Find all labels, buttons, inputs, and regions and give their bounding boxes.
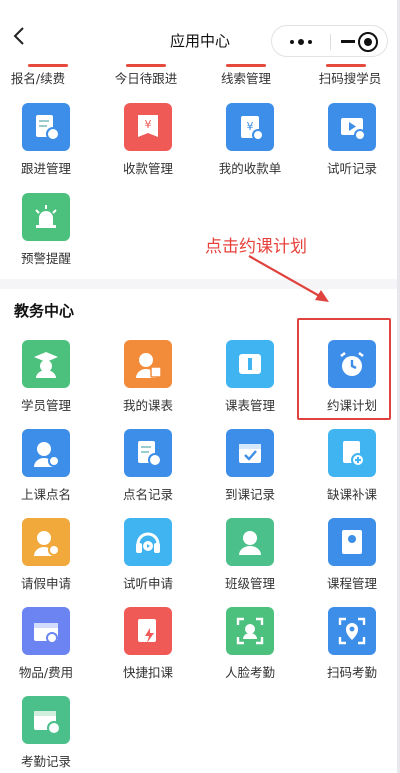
tv-play-icon <box>328 103 376 151</box>
book-plus-icon <box>328 429 376 477</box>
calendar-clock-icon <box>22 696 70 744</box>
app-tile[interactable]: 快捷扣课 <box>104 607 204 697</box>
app-tile[interactable]: 缺课补课 <box>308 429 400 519</box>
icon-remnant <box>226 64 266 67</box>
app-tile[interactable]: 物品/费用 <box>2 607 102 697</box>
book-icon <box>226 340 274 388</box>
app-tile[interactable]: 上课点名 <box>2 429 102 519</box>
app-tile-label: 请假申请 <box>20 576 71 591</box>
app-tile-label: 我的课表 <box>122 398 173 413</box>
app-tile-label: 物品/费用 <box>18 665 74 680</box>
capsule-divider <box>330 34 331 50</box>
app-tile[interactable]: 课程管理 <box>308 518 400 608</box>
annotation-arrow <box>248 255 329 302</box>
app-tile-label: 缺课补课 <box>326 487 377 502</box>
person-clock-icon <box>22 518 70 566</box>
icon-remnant <box>326 64 366 67</box>
app-tile[interactable]: 考勤记录 <box>2 696 102 773</box>
section-title: 教务中心 <box>14 302 75 320</box>
menu-item-label[interactable]: 扫码搜学员 <box>300 68 400 87</box>
group-icon <box>226 518 274 566</box>
app-tile-label: 跟进管理 <box>20 161 71 176</box>
yen-wallet-icon: ¥ <box>124 103 172 151</box>
app-tile-label: 扫码考勤 <box>326 665 377 680</box>
app-tile-label: 课程管理 <box>326 576 377 591</box>
highlight-box <box>297 318 391 420</box>
app-tile-label: 人脸考勤 <box>224 665 275 680</box>
document-bolt-icon <box>124 607 172 655</box>
close-icon[interactable] <box>358 32 378 52</box>
minimize-icon[interactable] <box>341 40 355 43</box>
app-tile[interactable]: 课表管理 <box>206 340 306 430</box>
app-tile[interactable]: 扫码考勤 <box>308 607 400 697</box>
app-tile-label: 快捷扣课 <box>122 665 173 680</box>
app-tile[interactable]: ¥ 我的收款单 <box>206 103 306 193</box>
icon-remnant <box>28 64 68 67</box>
app-tile-label: 上课点名 <box>20 487 71 502</box>
svg-text:¥: ¥ <box>145 118 152 131</box>
app-tile-label: 到课记录 <box>224 487 275 502</box>
app-tile[interactable]: 点名记录 <box>104 429 204 519</box>
app-tile[interactable]: 人脸考勤 <box>206 607 306 697</box>
more-icon[interactable] <box>280 30 322 54</box>
app-tile[interactable]: 试听记录 <box>308 103 400 193</box>
person-schedule-icon <box>124 340 172 388</box>
nav-bar: 应用中心 <box>0 0 400 60</box>
app-tile[interactable]: ¥ 收款管理 <box>104 103 204 193</box>
app-tile[interactable]: 我的课表 <box>104 340 204 430</box>
app-tile-label: 学员管理 <box>20 398 71 413</box>
face-scan-icon <box>226 607 274 655</box>
box-yen-icon <box>22 607 70 655</box>
app-tile[interactable]: 到课记录 <box>206 429 306 519</box>
menu-item-label[interactable]: 线索管理 <box>196 68 296 87</box>
app-tile-label: 试听申请 <box>122 576 173 591</box>
app-tile-label: 点名记录 <box>122 487 173 502</box>
app-tile[interactable]: 预警提醒 <box>2 193 102 283</box>
gear-book-icon <box>328 518 376 566</box>
person-check-icon <box>22 429 70 477</box>
app-tile-label: 我的收款单 <box>218 161 282 176</box>
section-divider <box>0 279 400 289</box>
mini-program-capsule <box>271 25 388 57</box>
app-tile[interactable]: 试听申请 <box>104 518 204 608</box>
alarm-light-icon <box>22 193 70 241</box>
location-scan-icon <box>328 607 376 655</box>
headphones-icon <box>124 518 172 566</box>
document-clock-icon <box>124 429 172 477</box>
document-clock-icon <box>22 103 70 151</box>
svg-text:¥: ¥ <box>247 120 254 133</box>
graduate-icon <box>22 340 70 388</box>
app-tile[interactable]: 班级管理 <box>206 518 306 608</box>
app-tile-label: 考勤记录 <box>20 754 71 769</box>
app-tile-label: 预警提醒 <box>20 251 71 266</box>
menu-item-label[interactable]: 报名/续费 <box>0 68 88 87</box>
calendar-check-icon <box>226 429 274 477</box>
app-tile[interactable]: 学员管理 <box>2 340 102 430</box>
icon-remnant <box>126 64 166 67</box>
app-tile-label: 收款管理 <box>122 161 173 176</box>
yen-clipboard-icon: ¥ <box>226 103 274 151</box>
top-row: 报名/续费 今日待跟进 线索管理 扫码搜学员 <box>0 64 400 88</box>
app-tile[interactable]: 跟进管理 <box>2 103 102 193</box>
app-tile[interactable]: 请假申请 <box>2 518 102 608</box>
menu-item-label[interactable]: 今日待跟进 <box>96 68 196 87</box>
app-tile-label: 试听记录 <box>326 161 377 176</box>
app-tile-label: 班级管理 <box>224 576 275 591</box>
app-tile-label: 课表管理 <box>224 398 275 413</box>
